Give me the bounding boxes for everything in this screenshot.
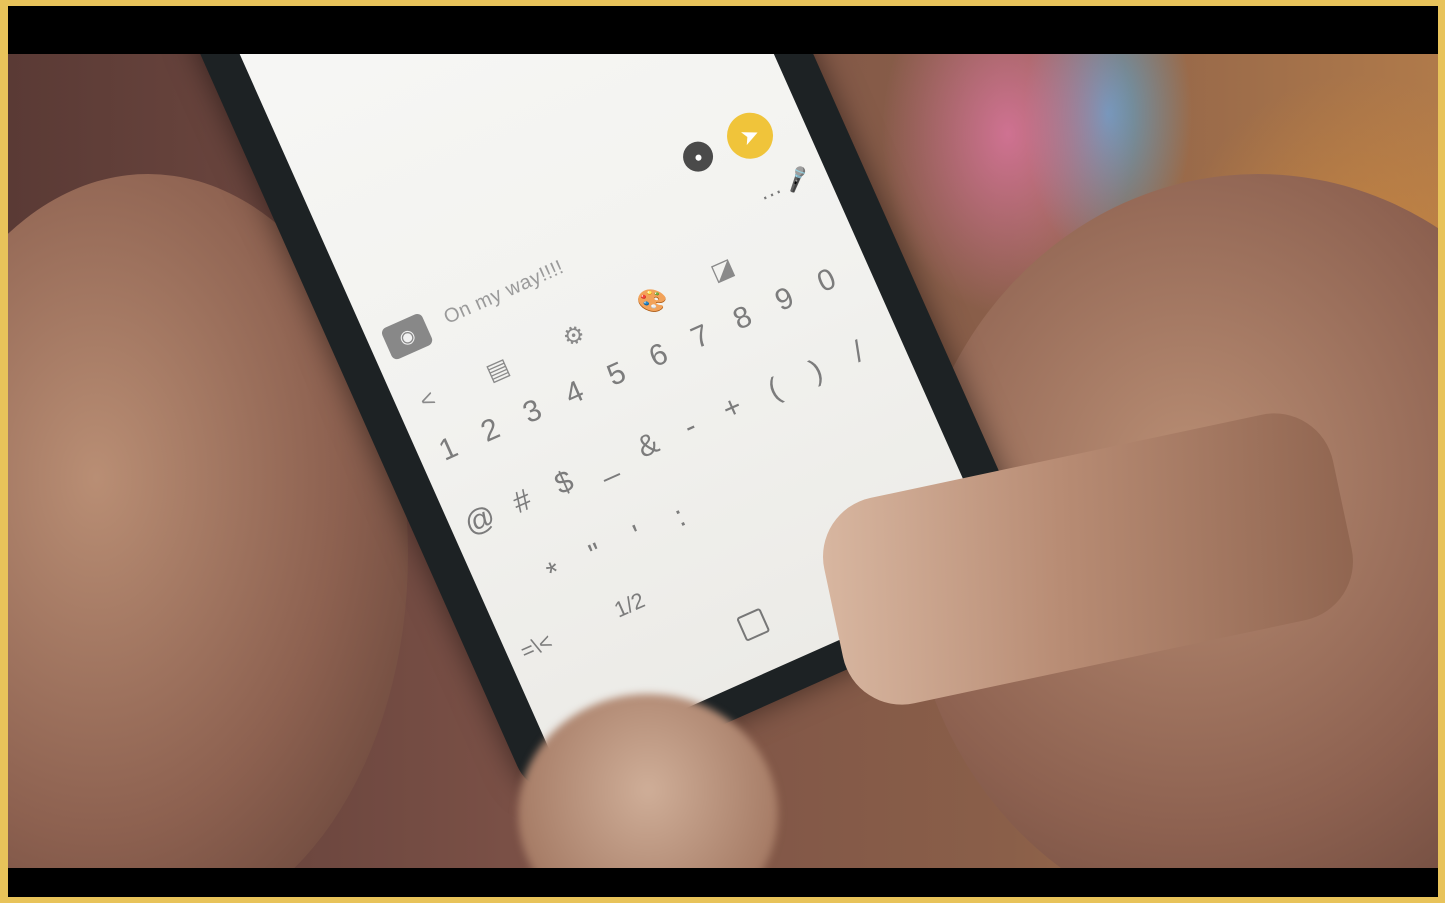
- home-button-icon[interactable]: [736, 607, 771, 642]
- settings-icon[interactable]: ⚙: [558, 318, 590, 353]
- palette-icon[interactable]: 🎨: [633, 282, 672, 321]
- video-frame: ● ➤ 🎤 ◉ On my way!!!! ··· < ▤ ⚙ 🎨 ◪ 1 2: [8, 6, 1438, 897]
- photo-scene: ● ➤ 🎤 ◉ On my way!!!! ··· < ▤ ⚙ 🎨 ◪ 1 2: [8, 54, 1438, 868]
- clipboard-icon[interactable]: ▤: [482, 352, 515, 388]
- send-icon[interactable]: ➤: [719, 105, 781, 167]
- more-icon[interactable]: ···: [756, 178, 787, 211]
- back-icon[interactable]: <: [416, 385, 440, 416]
- mic-icon[interactable]: 🎤: [781, 163, 814, 196]
- chat-icon[interactable]: ●: [678, 136, 718, 177]
- resize-icon[interactable]: ◪: [706, 252, 739, 288]
